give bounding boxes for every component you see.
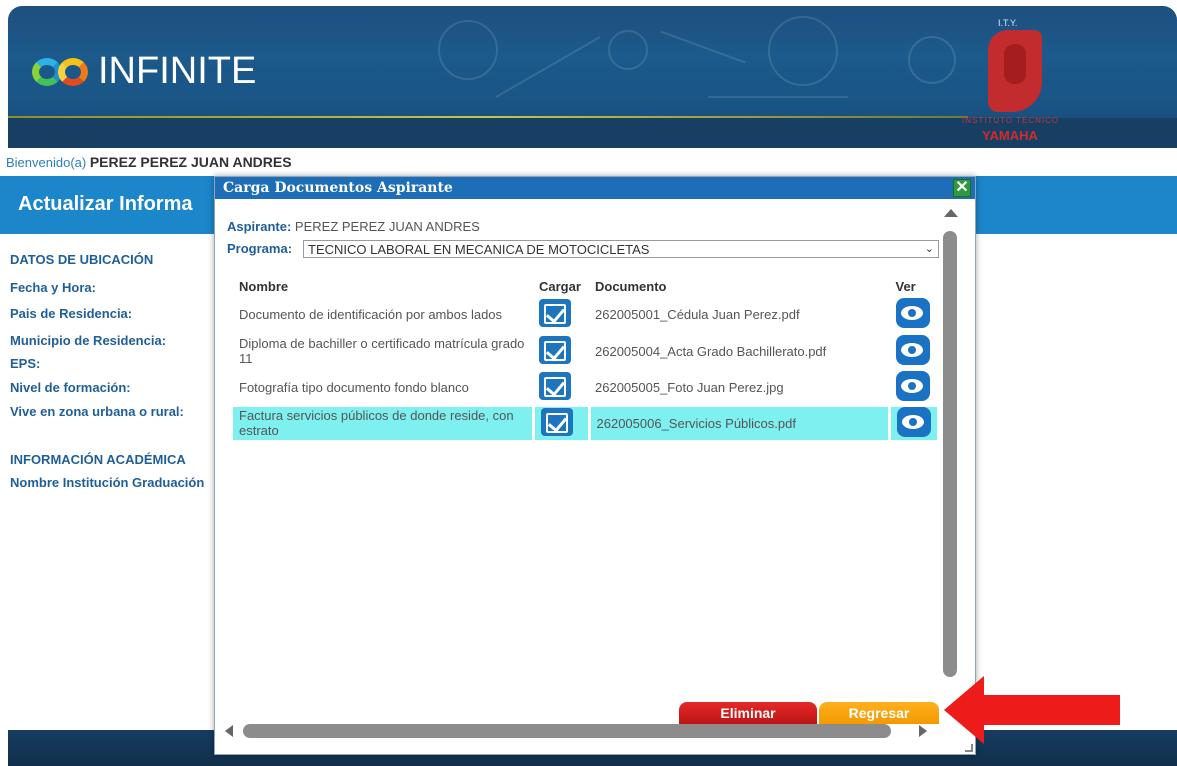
document-name: Fotografía tipo documento fondo blanco	[233, 369, 533, 407]
aspirante-value: PEREZ PEREZ JUAN ANDRES	[294, 219, 480, 234]
column-header-nombre: Nombre	[239, 278, 289, 294]
upload-checkbox-icon[interactable]	[539, 371, 571, 400]
column-header-ver: Ver	[895, 278, 916, 294]
section-heading-academica: INFORMACIÓN ACADÉMICA	[10, 452, 186, 467]
field-label-zona: Vive en zona urbana o rural:	[10, 404, 184, 419]
decor-line	[495, 36, 601, 98]
aspirante-label: Aspirante:	[227, 219, 292, 234]
header-banner: INFINITE I.T.Y. INSTITUTO TÉCNICO YAMAHA	[8, 6, 1177, 148]
dialog-header: Carga Documentos Aspirante ✕	[215, 177, 975, 199]
scrollbar-thumb[interactable]	[243, 724, 891, 738]
scroll-right-arrow-icon[interactable]	[919, 725, 927, 737]
programa-selected-value: TECNICO LABORAL EN MECANICA DE MOTOCICLE…	[308, 242, 650, 257]
document-name: Diploma de bachiller o certificado matrí…	[233, 333, 533, 371]
decor-circle	[908, 36, 956, 84]
programa-select[interactable]: TECNICO LABORAL EN MECANICA DE MOTOCICLE…	[303, 240, 939, 258]
view-eye-icon[interactable]	[897, 406, 931, 437]
aspirante-row: Aspirante: PEREZ PEREZ JUAN ANDRES	[227, 219, 480, 234]
close-icon[interactable]: ✕	[953, 179, 971, 197]
resize-handle-icon[interactable]	[965, 744, 973, 752]
vertical-scrollbar[interactable]	[943, 209, 958, 679]
table-row[interactable]: Fotografía tipo documento fondo blanco 2…	[233, 369, 937, 407]
view-eye-icon[interactable]	[895, 297, 930, 328]
scrollbar-thumb[interactable]	[943, 231, 957, 677]
programa-row: Programa:	[227, 241, 292, 256]
dialog-title: Carga Documentos Aspirante	[223, 180, 453, 196]
programa-label: Programa:	[227, 241, 293, 256]
column-header-cargar: Cargar	[539, 278, 581, 294]
view-eye-icon[interactable]	[895, 370, 930, 401]
table-row[interactable]: Documento de identificación por ambos la…	[233, 297, 937, 335]
document-file: 262005001_Cédula Juan Perez.pdf	[589, 297, 890, 335]
chevron-down-icon: ⌄	[924, 243, 934, 255]
infinity-icon	[32, 54, 96, 90]
decor-circle	[768, 16, 838, 86]
upload-documents-dialog: Carga Documentos Aspirante ✕ Aspirante: …	[214, 176, 976, 755]
column-header-documento: Documento	[595, 278, 667, 294]
infinite-logo: INFINITE	[32, 50, 256, 93]
field-label-municipio: Municipio de Residencia:	[10, 333, 167, 348]
regresar-button[interactable]: Regresar	[819, 702, 939, 724]
view-eye-icon[interactable]	[895, 334, 930, 365]
annotation-arrow-icon	[944, 676, 1120, 744]
user-name: PEREZ PEREZ JUAN ANDRES	[89, 154, 292, 170]
decor-line	[660, 30, 746, 64]
document-file: 262005005_Foto Juan Perez.jpg	[589, 369, 890, 407]
documents-table: Nombre Cargar Documento Ver Documento de…	[233, 275, 937, 443]
upload-checkbox-icon[interactable]	[540, 407, 573, 436]
document-name: Documento de identificación por ambos la…	[233, 297, 533, 335]
section-title: Actualizar Informa	[18, 193, 193, 215]
logo-text: INFINITE	[98, 50, 257, 92]
welcome-label: Bienvenido(a)	[6, 155, 87, 170]
decor-circle	[438, 20, 498, 80]
scroll-up-arrow-icon[interactable]	[944, 209, 958, 217]
horizontal-scrollbar[interactable]	[225, 724, 937, 738]
field-label-eps: EPS:	[10, 356, 41, 371]
table-row[interactable]: Diploma de bachiller o certificado matrí…	[233, 333, 937, 371]
scroll-left-arrow-icon[interactable]	[225, 725, 233, 737]
decor-line	[708, 96, 848, 98]
section-heading-ubicacion: DATOS DE UBICACIÓN	[10, 252, 154, 267]
document-file: 262005004_Acta Grado Bachillerato.pdf	[589, 333, 890, 371]
welcome-line: Bienvenido(a) PEREZ PEREZ JUAN ANDRES	[6, 154, 292, 170]
table-row-selected[interactable]: Factura servicios públicos de donde resi…	[233, 405, 937, 443]
document-file: 262005006_Servicios Públicos.pdf	[587, 405, 890, 443]
upload-checkbox-icon[interactable]	[539, 298, 571, 327]
field-label-fecha: Fecha y Hora:	[10, 280, 96, 295]
document-name: Factura servicios públicos de donde resi…	[233, 405, 533, 443]
eliminar-button[interactable]: Eliminar	[679, 702, 817, 724]
decor-circle	[608, 30, 648, 70]
upload-checkbox-icon[interactable]	[539, 335, 571, 364]
app-window: INFINITE I.T.Y. INSTITUTO TÉCNICO YAMAHA…	[0, 0, 1177, 766]
field-label-institucion: Nombre Institución Graduación	[10, 475, 205, 490]
table-header-row: Nombre Cargar Documento Ver	[233, 275, 937, 297]
field-label-nivel: Nivel de formación:	[10, 380, 131, 395]
field-label-pais: Pais de Residencia:	[10, 306, 133, 321]
ity-yamaha-logo: I.T.Y. INSTITUTO TÉCNICO YAMAHA	[962, 18, 1060, 143]
